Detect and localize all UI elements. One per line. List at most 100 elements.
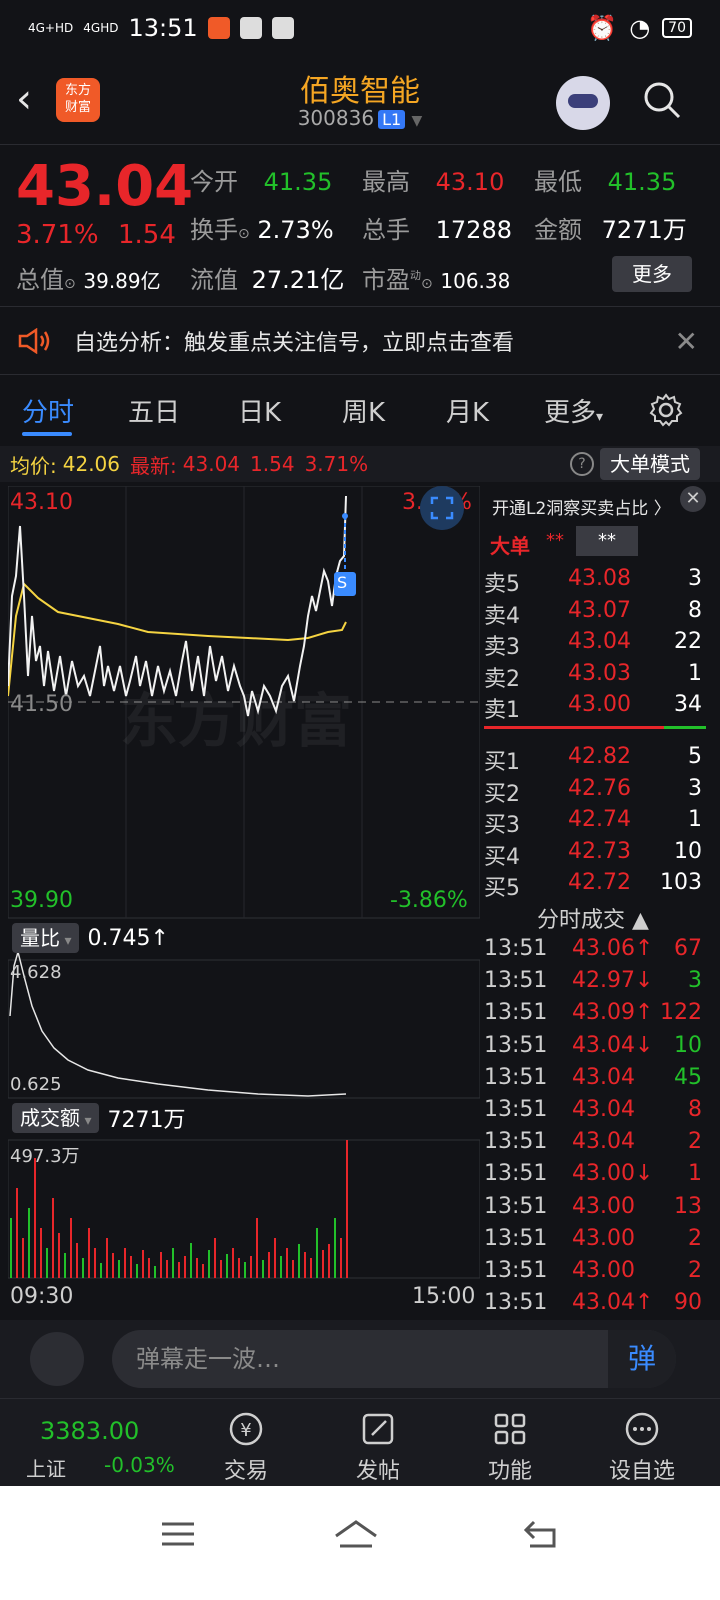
trade-volume: 45 <box>674 1064 702 1090</box>
pe-field: 市盈动⊙ 106.38 <box>362 260 510 295</box>
battery-icon: 70 <box>662 18 692 38</box>
amount-bar <box>64 1253 66 1278</box>
trade-volume: 2 <box>688 1129 702 1155</box>
close-icon[interactable]: ✕ <box>680 486 706 512</box>
amount-bar <box>322 1250 324 1278</box>
low-label: 最低 <box>534 168 582 196</box>
trade-volume: 122 <box>660 1000 702 1026</box>
trade-price: 42.97↓ <box>572 968 654 994</box>
orderbook-row[interactable]: 卖4 43.07 8 <box>484 598 706 630</box>
stock-code-row[interactable]: 300836 L1 ▼ <box>0 106 720 130</box>
danmaku-input[interactable]: 弹幕走一波… <box>112 1330 676 1388</box>
amount-bar <box>220 1260 222 1278</box>
time-axis-start: 09:30 <box>10 1284 74 1309</box>
amount-bar <box>40 1228 42 1278</box>
trade-volume: 67 <box>674 936 702 961</box>
back-icon[interactable] <box>520 1514 560 1554</box>
info-icon: ⊙ <box>64 276 76 292</box>
latest-label: 最新: <box>130 453 177 478</box>
info-icon: ⊙ <box>238 226 250 242</box>
grid-icon <box>494 1413 526 1445</box>
notice-text: 自选分析：触发重点关注信号，立即点击查看 <box>74 331 515 356</box>
danmaku-toggle-button[interactable]: 弹 <box>608 1330 676 1388</box>
more-dots-icon <box>625 1412 659 1446</box>
volume-ratio-frame <box>8 959 480 1099</box>
trade-time: 13:51 <box>484 1193 548 1219</box>
orderbook-row[interactable]: 买1 42.82 5 <box>484 744 706 776</box>
tab-monthly-k[interactable]: 月K <box>446 392 489 429</box>
amount-bar <box>262 1260 264 1278</box>
menu-icon[interactable] <box>158 1514 198 1554</box>
trades-title[interactable]: 分时成交 ▲ <box>480 902 706 934</box>
amount-bar <box>208 1250 210 1278</box>
l2-upsell-link[interactable]: 开通L2洞察买卖占比 〉 <box>492 494 671 519</box>
level-label: 买2 <box>484 781 520 807</box>
amount-bar <box>100 1263 102 1278</box>
more-button[interactable]: 更多 <box>612 256 692 292</box>
stock-name[interactable]: 佰奥智能 <box>0 66 720 110</box>
trade-price: 43.06↑ <box>572 936 654 961</box>
level-price: 43.08 <box>568 566 631 591</box>
functions-button[interactable]: 功能 <box>460 1409 560 1485</box>
close-icon[interactable]: ✕ <box>675 325 698 358</box>
trade-button[interactable]: ¥ 交易 <box>196 1409 296 1485</box>
trade-price: 43.04 <box>572 1129 635 1155</box>
orderbook-row[interactable]: 卖3 43.04 22 <box>484 629 706 661</box>
big-order-mode-button[interactable]: 大单模式 <box>600 448 700 480</box>
amount-bar <box>106 1238 108 1278</box>
search-icon[interactable] <box>642 80 682 120</box>
add-watchlist-button[interactable]: 设自选 <box>592 1409 692 1485</box>
orderbook-row[interactable]: 买2 42.76 3 <box>484 776 706 808</box>
robot-assistant-icon[interactable] <box>556 76 610 130</box>
intraday-chart[interactable]: 东方财富 43.10 3.86% 41.50 39.90 -3.86% S 量比… <box>8 486 480 1318</box>
gear-icon[interactable] <box>648 392 684 428</box>
tab-more[interactable]: 更多▾ <box>544 392 603 429</box>
trade-volume: 10 <box>674 1032 702 1058</box>
status-bar: 4G+HD 4GHD 13:51 ⏰ ◔ 70 <box>0 0 720 56</box>
amount-bar <box>202 1264 204 1278</box>
home-icon[interactable] <box>332 1514 380 1554</box>
help-icon[interactable]: ? <box>570 452 594 476</box>
chevron-down-icon: ▼ <box>411 113 423 129</box>
post-button[interactable]: 发帖 <box>328 1409 428 1485</box>
avg-value: 42.06 <box>62 452 121 476</box>
tab-intraday[interactable]: 分时 <box>22 392 74 429</box>
amount-selector[interactable]: 成交额 <box>12 1103 100 1133</box>
change-amount: 1.54 <box>118 220 176 250</box>
level-label: 卖2 <box>484 666 520 692</box>
volume-label: 总手 <box>362 216 410 244</box>
amount-bar <box>112 1253 114 1278</box>
level-volume: 34 <box>674 692 702 717</box>
tab-weekly-k[interactable]: 周K <box>342 392 385 429</box>
orderbook-row[interactable]: 买3 42.74 1 <box>484 807 706 839</box>
trade-time: 13:51 <box>484 968 548 994</box>
level-volume: 1 <box>688 807 702 832</box>
trade-price: 43.04↓ <box>572 1032 654 1058</box>
orderbook-row[interactable]: 买5 42.72 103 <box>484 870 706 902</box>
low-value: 41.35 <box>607 168 677 196</box>
tab-daily-k[interactable]: 日K <box>238 392 281 429</box>
orderbook-row[interactable]: 买4 42.73 10 <box>484 839 706 871</box>
tab-more-label: 更多 <box>544 398 597 428</box>
orderbook-row[interactable]: 卖5 43.08 3 <box>484 566 706 598</box>
add-watchlist-label: 设自选 <box>608 1459 675 1484</box>
volume-ratio-selector[interactable]: 量比 <box>12 923 80 953</box>
pe-label: 市盈 <box>362 266 410 294</box>
amount-bar <box>52 1198 54 1278</box>
signal-2: 4GHD <box>83 21 119 35</box>
trade-time: 13:51 <box>484 1290 548 1316</box>
danmaku-settings-icon[interactable] <box>30 1332 84 1386</box>
divider <box>0 306 720 307</box>
orderbook-row[interactable]: 卖2 43.03 1 <box>484 661 706 693</box>
tab-five-day[interactable]: 五日 <box>128 392 180 429</box>
level-price: 42.82 <box>568 744 631 769</box>
expand-icon[interactable] <box>420 486 464 530</box>
notice-banner[interactable]: 自选分析：触发重点关注信号，立即点击查看 ✕ <box>0 310 720 372</box>
amount-bar <box>136 1264 138 1278</box>
signal-dot <box>342 513 348 519</box>
amount-bar <box>118 1260 120 1278</box>
trade-row: 13:51 43.00 2 <box>484 1258 706 1290</box>
mktcap-label: 总值 <box>16 266 64 294</box>
amount-bar <box>70 1218 72 1278</box>
orderbook-row[interactable]: 卖1 43.00 34 <box>484 692 706 724</box>
